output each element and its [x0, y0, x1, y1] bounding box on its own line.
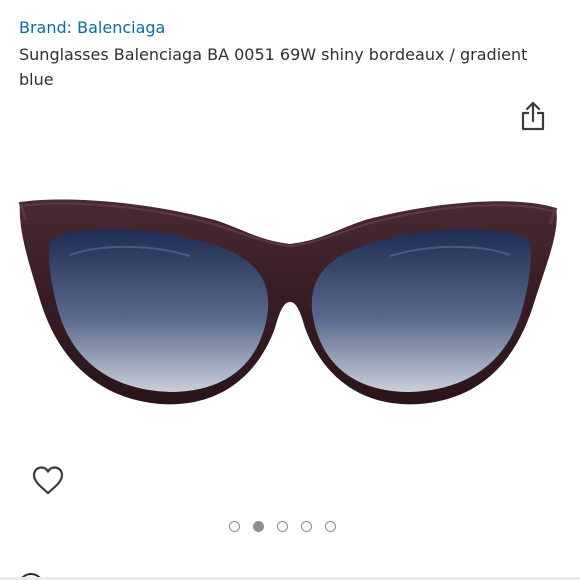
share-button[interactable] [516, 99, 550, 133]
heart-icon [32, 466, 64, 495]
share-icon [521, 101, 545, 131]
sunglasses-image [18, 199, 558, 405]
carousel-dot[interactable] [253, 521, 264, 532]
image-carousel-indicator [229, 521, 336, 535]
product-title: Sunglasses Balenciaga BA 0051 69W shiny … [19, 45, 528, 89]
carousel-dot[interactable] [301, 521, 312, 532]
wishlist-button[interactable] [31, 464, 65, 498]
carousel-dot[interactable] [229, 521, 240, 532]
brand-link[interactable]: Brand: Balenciaga [19, 17, 165, 39]
carousel-dot[interactable] [325, 521, 336, 532]
product-image[interactable] [0, 160, 580, 460]
product-detail-screen: Brand: Balenciaga Sunglasses Balenciaga … [0, 0, 580, 580]
carousel-dot[interactable] [277, 521, 288, 532]
